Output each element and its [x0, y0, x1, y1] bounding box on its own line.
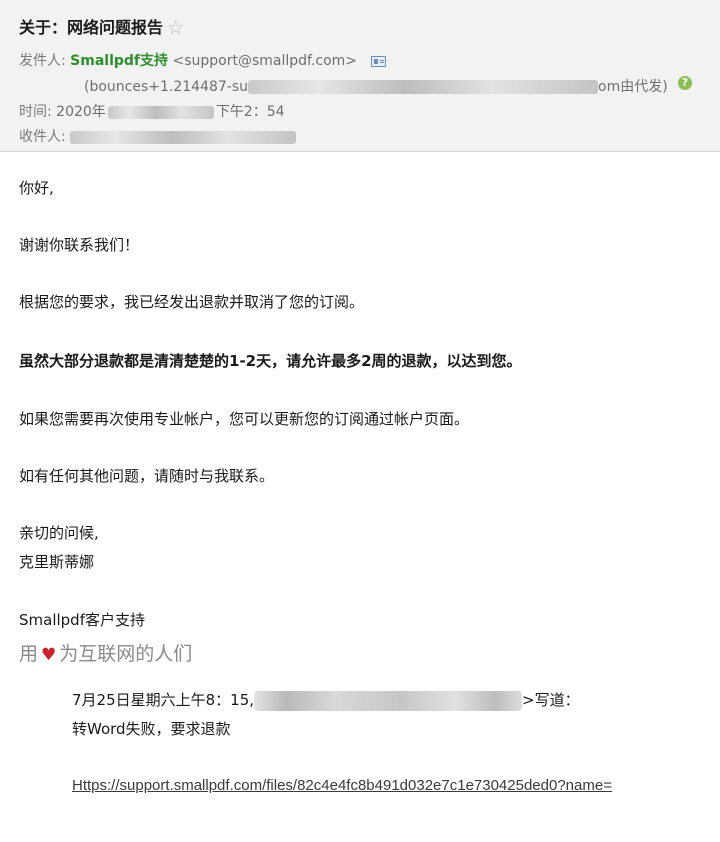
tagline: 用 ♥ 为互联网的人们	[19, 639, 192, 666]
sender-name[interactable]: Smallpdf支持	[70, 53, 168, 69]
recipient-label: 收件人:	[19, 129, 66, 145]
recipient-row: 收件人:	[19, 126, 297, 146]
heart-icon: ♥	[41, 645, 57, 665]
signature-name: 克里斯蒂娜	[19, 553, 95, 571]
thanks-text: 谢谢你联系我们！	[19, 236, 140, 254]
time-value-end: 下午2：54	[215, 104, 285, 120]
refund-issued-text: 根据您的要求，我已经发出退款并取消了您的订阅。	[19, 293, 365, 311]
time-label: 时间:	[19, 104, 52, 120]
redacted-bounce-address	[248, 80, 599, 94]
email-subject: 关于：网络问题报告 ☆	[19, 14, 184, 39]
sender-email[interactable]: <support@smallpdf.com>	[172, 53, 357, 69]
quote-attribution: 7月25日星期六上午8：15, >写道：	[72, 689, 580, 711]
redacted-date	[107, 105, 214, 119]
file-link[interactable]: Https://support.smallpdf.com/files/82c4e…	[72, 777, 678, 794]
time-value: 2020年	[56, 104, 106, 120]
bounce-address-prefix: (bounces+1.214487-su	[84, 79, 249, 95]
quote-wrote: >写道：	[522, 691, 580, 709]
quote-date: 7月25日星期六上午8：15,	[72, 691, 255, 709]
help-icon[interactable]: ?	[678, 76, 692, 90]
renew-text: 如果您需要再次使用专业帐户，您可以更新您的订阅通过帐户页面。	[19, 410, 470, 428]
sender-label: 发件人:	[19, 53, 66, 69]
subject-text: 关于：网络问题报告	[19, 18, 164, 37]
greeting-text: 你好,	[19, 179, 54, 197]
quote-message: 转Word失败，要求退款	[72, 720, 231, 738]
redacted-quote-sender	[254, 690, 523, 711]
sender-row: 发件人: Smallpdf支持 <support@smallpdf.com>	[19, 50, 387, 70]
tagline-prefix: 用	[19, 643, 39, 665]
redacted-recipient	[70, 130, 297, 144]
bounce-address-suffix: om由代发)	[598, 79, 668, 95]
tagline-suffix: 为互联网的人们	[59, 643, 193, 665]
contact-card-icon[interactable]	[371, 55, 387, 67]
bounce-row: (bounces+1.214487-su om由代发)	[84, 76, 668, 96]
email-header: 关于：网络问题报告 ☆ 发件人: Smallpdf支持 <support@smal…	[0, 0, 720, 152]
refund-time-text: 虽然大部分退款都是清清楚楚的1-2天，请允许最多2周的退款，以达到您。	[19, 352, 522, 370]
time-row: 时间: 2020年 下午2：54	[19, 101, 285, 121]
star-icon[interactable]: ☆	[167, 17, 184, 39]
questions-text: 如有任何其他问题，请随时与我联系。	[19, 467, 275, 485]
signature-team: Smallpdf客户支持	[19, 611, 145, 629]
regards-text: 亲切的问候,	[19, 524, 99, 542]
